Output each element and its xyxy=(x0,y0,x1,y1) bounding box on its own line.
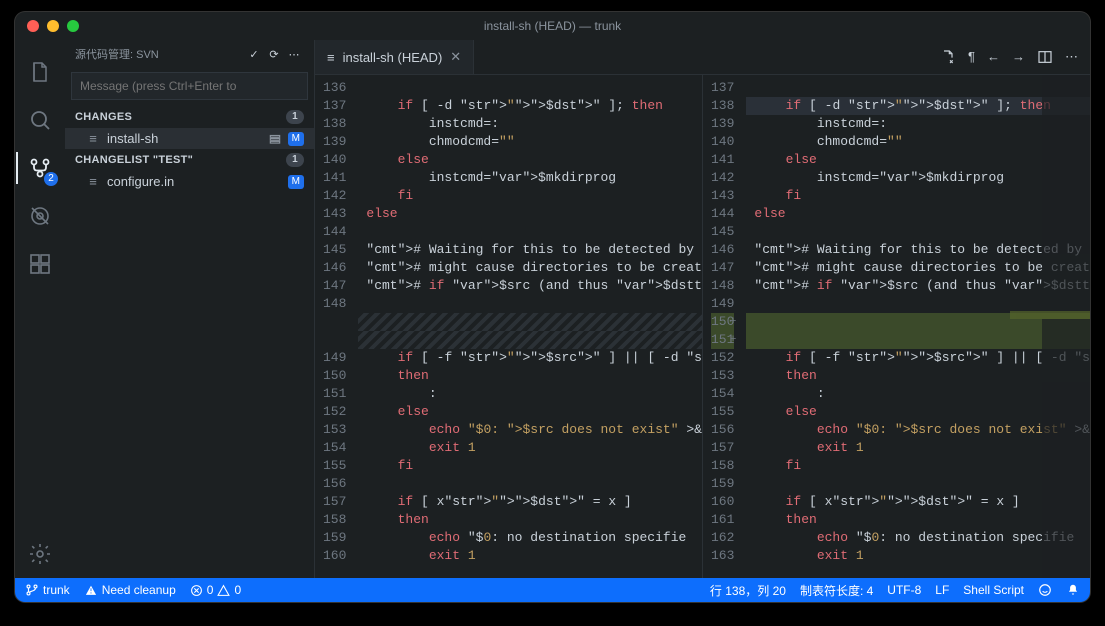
go-to-file-icon[interactable] xyxy=(940,49,956,65)
minimize-window-button[interactable] xyxy=(47,20,59,32)
discard-changes-icon[interactable] xyxy=(268,132,284,146)
next-change-icon[interactable]: → xyxy=(1012,49,1025,65)
zoom-window-button[interactable] xyxy=(67,20,79,32)
app-window: install-sh (HEAD) — trunk 2 xyxy=(15,12,1090,602)
scm-badge: 2 xyxy=(44,172,58,186)
settings-gear-icon[interactable] xyxy=(16,530,64,578)
file-icon: ≡ xyxy=(85,131,101,146)
eol[interactable]: LF xyxy=(935,583,949,597)
problems-status[interactable]: 0 0 xyxy=(190,583,241,597)
tab-file-icon: ≡ xyxy=(327,50,335,65)
file-item-install-sh[interactable]: ≡ install-sh M xyxy=(65,128,314,149)
more-actions-icon[interactable]: ⋯ xyxy=(284,48,304,61)
modified-badge: M xyxy=(288,132,304,146)
commit-check-icon[interactable]: ✓ xyxy=(244,48,264,61)
debug-icon[interactable] xyxy=(16,192,64,240)
titlebar: install-sh (HEAD) — trunk xyxy=(15,12,1090,40)
changes-count: 1 xyxy=(286,110,304,124)
notifications-bell-icon[interactable] xyxy=(1066,583,1080,597)
file-icon: ≡ xyxy=(85,174,101,189)
scm-sidebar: 源代码管理: SVN ✓ ⟳ ⋯ CHANGES 1 ≡ install-sh … xyxy=(65,40,315,578)
tab-close-icon[interactable]: ✕ xyxy=(450,49,461,65)
right-gutter: 1371381391401411421431441451461471481491… xyxy=(703,75,746,578)
editor-more-icon[interactable]: ⋯ xyxy=(1065,49,1078,65)
tab-size[interactable]: 制表符长度: 4 xyxy=(800,582,873,599)
changelist-label: CHANGELIST "TEST" xyxy=(75,154,193,166)
changes-section[interactable]: CHANGES 1 xyxy=(65,106,314,128)
changelist-count: 1 xyxy=(286,153,304,167)
commit-message-input[interactable] xyxy=(71,72,308,100)
file-item-configure-in[interactable]: ≡ configure.in M xyxy=(65,171,314,192)
close-window-button[interactable] xyxy=(27,20,39,32)
extensions-icon[interactable] xyxy=(16,240,64,288)
diff-editor[interactable]: 136137138139140141142143144145146147148 … xyxy=(315,75,1090,578)
commit-message-input-wrap xyxy=(71,72,308,100)
cleanup-warning[interactable]: Need cleanup xyxy=(84,583,176,597)
cursor-position[interactable]: 行 138，列 20 xyxy=(710,582,786,599)
file-label: install-sh xyxy=(107,131,268,146)
editor-group: ≡ install-sh (HEAD) ✕ ¶ ← → ⋯ xyxy=(315,40,1090,578)
tab-install-sh-head[interactable]: ≡ install-sh (HEAD) ✕ xyxy=(315,40,474,74)
tab-label: install-sh (HEAD) xyxy=(343,50,443,65)
source-control-icon[interactable]: 2 xyxy=(16,144,64,192)
changes-label: CHANGES xyxy=(75,111,132,123)
right-code[interactable]: if [ -d "str">"">">$dst">" ]; then instc… xyxy=(746,75,1090,578)
editor-actions: ¶ ← → ⋯ xyxy=(928,49,1090,65)
scm-header: 源代码管理: SVN ✓ ⟳ ⋯ xyxy=(65,40,314,68)
tabs-row: ≡ install-sh (HEAD) ✕ ¶ ← → ⋯ xyxy=(315,40,1090,75)
branch-status[interactable]: trunk xyxy=(25,583,70,597)
search-icon[interactable] xyxy=(16,96,64,144)
scm-provider-label: 源代码管理: SVN xyxy=(75,46,244,62)
feedback-smiley-icon[interactable] xyxy=(1038,583,1052,597)
activity-bar: 2 xyxy=(15,40,65,578)
diff-right-pane[interactable]: 1371381391401411421431441451461471481491… xyxy=(703,75,1090,578)
file-label: configure.in xyxy=(107,174,284,189)
traffic-lights xyxy=(27,20,79,32)
status-bar: trunk Need cleanup 0 0 行 138，列 20 制表符长度:… xyxy=(15,578,1090,602)
modified-badge: M xyxy=(288,175,304,189)
left-gutter: 136137138139140141142143144145146147148 … xyxy=(315,75,358,578)
split-editor-icon[interactable] xyxy=(1037,49,1053,65)
language-mode[interactable]: Shell Script xyxy=(963,583,1024,597)
prev-change-icon[interactable]: ← xyxy=(987,49,1000,65)
refresh-icon[interactable]: ⟳ xyxy=(264,48,284,61)
whitespace-toggle-icon[interactable]: ¶ xyxy=(968,49,975,65)
explorer-icon[interactable] xyxy=(16,48,64,96)
encoding[interactable]: UTF-8 xyxy=(887,583,921,597)
diff-left-pane[interactable]: 136137138139140141142143144145146147148 … xyxy=(315,75,703,578)
left-code[interactable]: if [ -d "str">"">">$dst">" ]; then instc… xyxy=(358,75,702,578)
changelist-section[interactable]: CHANGELIST "TEST" 1 xyxy=(65,149,314,171)
window-title: install-sh (HEAD) — trunk xyxy=(15,19,1090,33)
